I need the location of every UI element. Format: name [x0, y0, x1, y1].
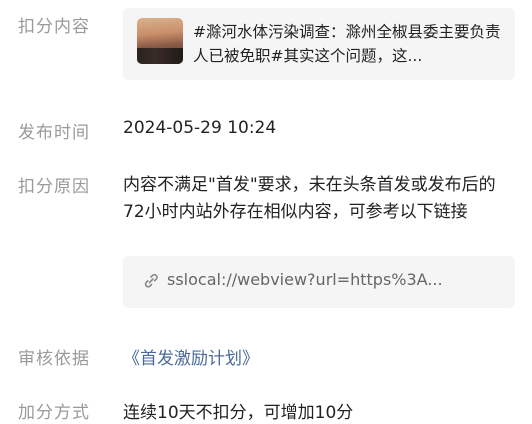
content-thumbnail: [137, 18, 183, 64]
reference-link[interactable]: sslocal://webview?url=https%3A...: [123, 256, 515, 308]
review-basis-link[interactable]: 《首发激励计划》: [123, 344, 259, 369]
reference-link-text: sslocal://webview?url=https%3A...: [167, 270, 443, 289]
publish-time-value: 2024-05-29 10:24: [123, 118, 277, 138]
bonus-method-label: 加分方式: [18, 403, 90, 423]
deduction-reason-label: 扣分原因: [18, 177, 90, 197]
deduction-reason-text: 内容不满足"首发"要求，未在头条首发或发布后的72小时内站外存在相似内容，可参考…: [123, 175, 496, 222]
bonus-method-value: 连续10天不扣分，可增加10分: [123, 403, 354, 423]
content-card-title: #滁河水体污染调查：滁州全椒县委主要负责人已被免职#其实这个问题，这...: [193, 23, 501, 65]
deduction-content-card[interactable]: #滁河水体污染调查：滁州全椒县委主要负责人已被免职#其实这个问题，这...: [123, 8, 515, 80]
link-icon: [143, 272, 159, 290]
publish-time-label: 发布时间: [18, 123, 90, 143]
review-basis-label: 审核依据: [18, 349, 90, 369]
deduction-content-label: 扣分内容: [18, 17, 90, 37]
